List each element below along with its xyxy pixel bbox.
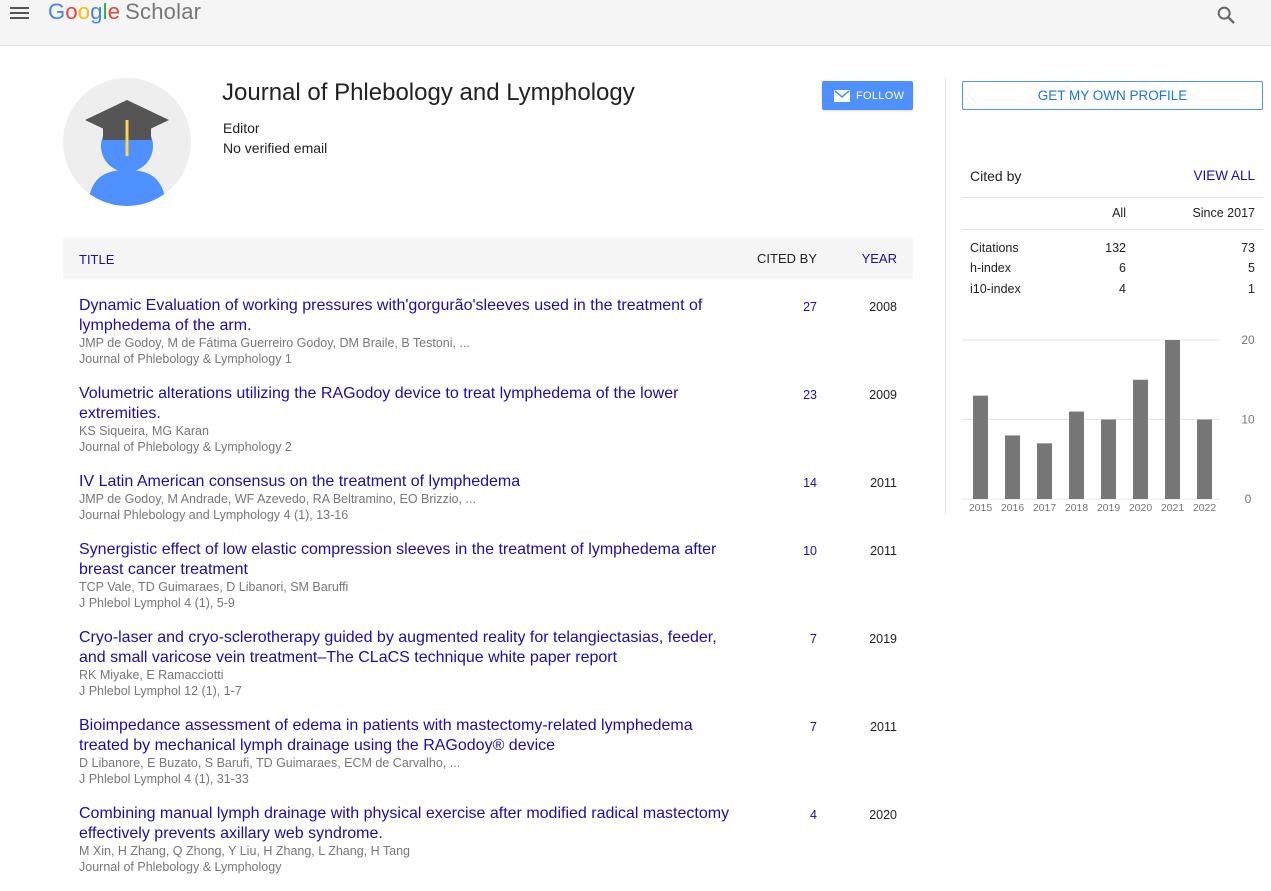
paper-authors: D Libanore, E Buzato, S Barufi, TD Guima… xyxy=(79,756,461,770)
logo-letter: o xyxy=(77,0,91,24)
logo-letter: e xyxy=(107,0,121,24)
top-bar: Google Scholar xyxy=(0,0,1271,46)
default-profile-icon xyxy=(85,100,169,206)
chart-bar[interactable] xyxy=(1197,419,1212,500)
metric-label: Citations xyxy=(970,241,1019,255)
logo-letter: o xyxy=(65,0,78,24)
x-tick-label: 2016 xyxy=(1001,502,1025,514)
mail-icon xyxy=(834,90,850,102)
divider xyxy=(962,229,1263,230)
cited-by-header: CITED BY xyxy=(757,251,817,266)
logo-scholar-text: Scholar xyxy=(125,0,202,24)
paper-year: 2011 xyxy=(870,720,897,734)
metric-since: 5 xyxy=(1248,261,1255,275)
metric-all: 6 xyxy=(1119,261,1126,275)
paper-authors: M Xin, H Zhang, Q Zhong, Y Liu, H Zhang,… xyxy=(79,844,410,858)
x-tick-label: 2017 xyxy=(1033,502,1057,514)
cited-by-count[interactable]: 10 xyxy=(803,544,817,558)
y-tick-label: 10 xyxy=(1241,413,1255,427)
paper-title[interactable]: Cryo-laser and cryo-sclerotherapy guided… xyxy=(79,628,739,668)
chart-bar[interactable] xyxy=(1069,411,1084,499)
metric-label: h-index xyxy=(970,261,1011,275)
profile-name: Journal of Phlebology and Lymphology xyxy=(222,79,635,106)
cited-by-count[interactable]: 14 xyxy=(803,476,817,490)
paper-title[interactable]: Synergistic effect of low elastic compre… xyxy=(79,540,739,580)
profile-email: No verified email xyxy=(223,140,328,156)
x-tick-label: 2019 xyxy=(1097,502,1121,514)
paper-authors: TCP Vale, TD Guimaraes, D Libanori, SM B… xyxy=(79,580,349,594)
logo-letter: g xyxy=(90,0,103,24)
cited-by-count[interactable]: 23 xyxy=(803,388,817,402)
paper-authors: JMP de Godoy, M de Fátima Guerreiro Godo… xyxy=(79,336,470,350)
metric-since: 73 xyxy=(1241,241,1255,255)
metric-all: 4 xyxy=(1119,282,1126,296)
column-divider xyxy=(945,78,946,514)
menu-icon[interactable] xyxy=(8,4,30,22)
paper-title[interactable]: Combining manual lymph drainage with phy… xyxy=(79,804,739,844)
get-my-own-profile-button[interactable]: GET MY OWN PROFILE xyxy=(962,81,1263,110)
avatar xyxy=(63,78,191,206)
table-header: TITLE CITED BY YEAR xyxy=(63,238,913,279)
paper-venue: J Phlebol Lymphol 4 (1), 5-9 xyxy=(79,596,235,610)
logo-letter: G xyxy=(48,0,66,24)
x-tick-label: 2015 xyxy=(969,502,993,514)
search-icon[interactable] xyxy=(1215,4,1237,26)
google-scholar-logo[interactable]: Google Scholar xyxy=(48,0,201,25)
cited-by-count[interactable]: 4 xyxy=(810,808,817,822)
divider xyxy=(962,197,1263,198)
view-all-link[interactable]: VIEW ALL xyxy=(1193,168,1255,183)
follow-label: FOLLOW xyxy=(856,90,905,102)
paper-venue: Journal of Phlebology & Lymphology xyxy=(79,860,282,874)
metric-all: 132 xyxy=(1105,241,1126,255)
citations-per-year-chart: 0 10 20 2015 2016 2017 2018 2019 2020 2021 2022 xyxy=(962,333,1255,514)
cited-by-heading: Cited by xyxy=(970,168,1022,184)
y-tick-label: 20 xyxy=(1241,333,1255,347)
x-tick-label: 2018 xyxy=(1065,502,1089,514)
follow-button[interactable]: FOLLOW xyxy=(822,81,913,110)
y-tick-label: 0 xyxy=(1245,492,1252,506)
paper-title[interactable]: Bioimpedance assessment of edema in pati… xyxy=(79,716,739,756)
chart-bar[interactable] xyxy=(1133,379,1148,499)
x-tick-label: 2021 xyxy=(1161,502,1185,514)
paper-year: 2020 xyxy=(869,808,897,822)
sort-by-year[interactable]: YEAR xyxy=(862,251,897,266)
chart-bar[interactable] xyxy=(973,395,988,499)
chart-bar[interactable] xyxy=(1005,435,1020,499)
chart-bar[interactable] xyxy=(1101,419,1116,500)
chart-bar[interactable] xyxy=(1165,340,1180,499)
paper-year: 2011 xyxy=(870,476,897,490)
paper-year: 2009 xyxy=(869,388,897,402)
x-tick-label: 2022 xyxy=(1193,502,1217,514)
paper-venue: J Phlebol Lymphol 12 (1), 1-7 xyxy=(79,684,242,698)
paper-year: 2019 xyxy=(869,632,897,646)
paper-year: 2008 xyxy=(869,300,897,314)
metric-label: i10-index xyxy=(970,282,1021,296)
profile-affiliation: Editor xyxy=(223,120,260,136)
chart-bar[interactable] xyxy=(1037,443,1052,499)
paper-title[interactable]: Volumetric alterations utilizing the RAG… xyxy=(79,384,739,424)
paper-authors: RK Miyake, E Ramacciotti xyxy=(79,668,224,682)
paper-venue: J Phlebol Lymphol 4 (1), 31-33 xyxy=(79,772,249,786)
cited-by-count[interactable]: 7 xyxy=(810,720,817,734)
paper-authors: JMP de Godoy, M Andrade, WF Azevedo, RA … xyxy=(79,492,476,506)
paper-title[interactable]: IV Latin American consensus on the treat… xyxy=(79,472,739,492)
paper-year: 2011 xyxy=(870,544,897,558)
cited-by-count[interactable]: 27 xyxy=(803,300,817,314)
paper-venue: Journal of Phlebology & Lymphology 1 xyxy=(79,352,292,366)
stats-col-since: Since 2017 xyxy=(1192,206,1255,220)
paper-title[interactable]: Dynamic Evaluation of working pressures … xyxy=(79,296,739,336)
metric-since: 1 xyxy=(1248,282,1255,296)
cited-by-count[interactable]: 7 xyxy=(810,632,817,646)
paper-venue: Journal of Phlebology & Lymphology 2 xyxy=(79,440,292,454)
sort-by-title[interactable]: TITLE xyxy=(79,252,114,267)
stats-col-all: All xyxy=(1112,206,1126,220)
paper-venue: Journal Phlebology and Lymphology 4 (1),… xyxy=(79,508,349,522)
x-tick-label: 2020 xyxy=(1129,502,1153,514)
paper-authors: KS Siqueira, MG Karan xyxy=(79,424,209,438)
